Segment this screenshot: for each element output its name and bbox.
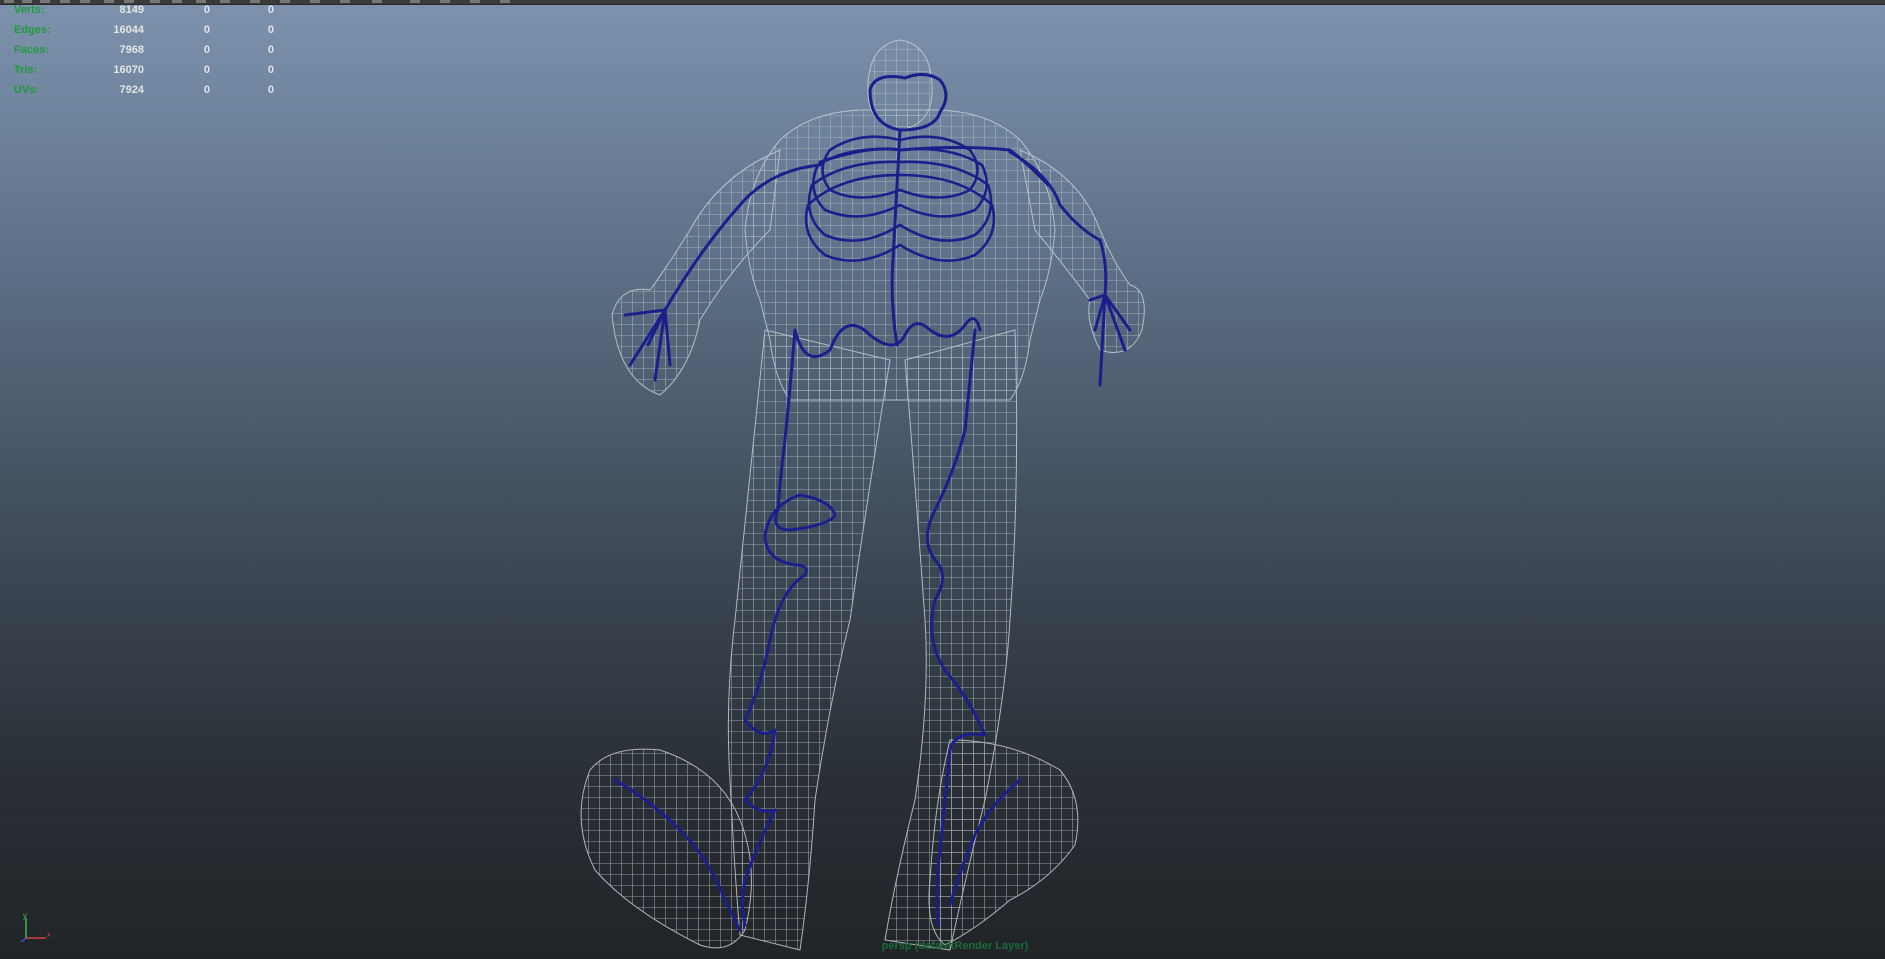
body-wireframe-mesh[interactable] bbox=[580, 39, 1145, 951]
camera-name-label: persp (defaultRender Layer) bbox=[881, 940, 1029, 952]
right-foot-mesh[interactable] bbox=[928, 739, 1079, 946]
left-foot-mesh[interactable] bbox=[580, 748, 752, 949]
axis-gizmo-icon: x y bbox=[20, 912, 50, 942]
axis-x-label: x bbox=[47, 930, 50, 939]
3d-viewport[interactable] bbox=[0, 0, 1885, 959]
axis-y-label: y bbox=[23, 912, 27, 920]
